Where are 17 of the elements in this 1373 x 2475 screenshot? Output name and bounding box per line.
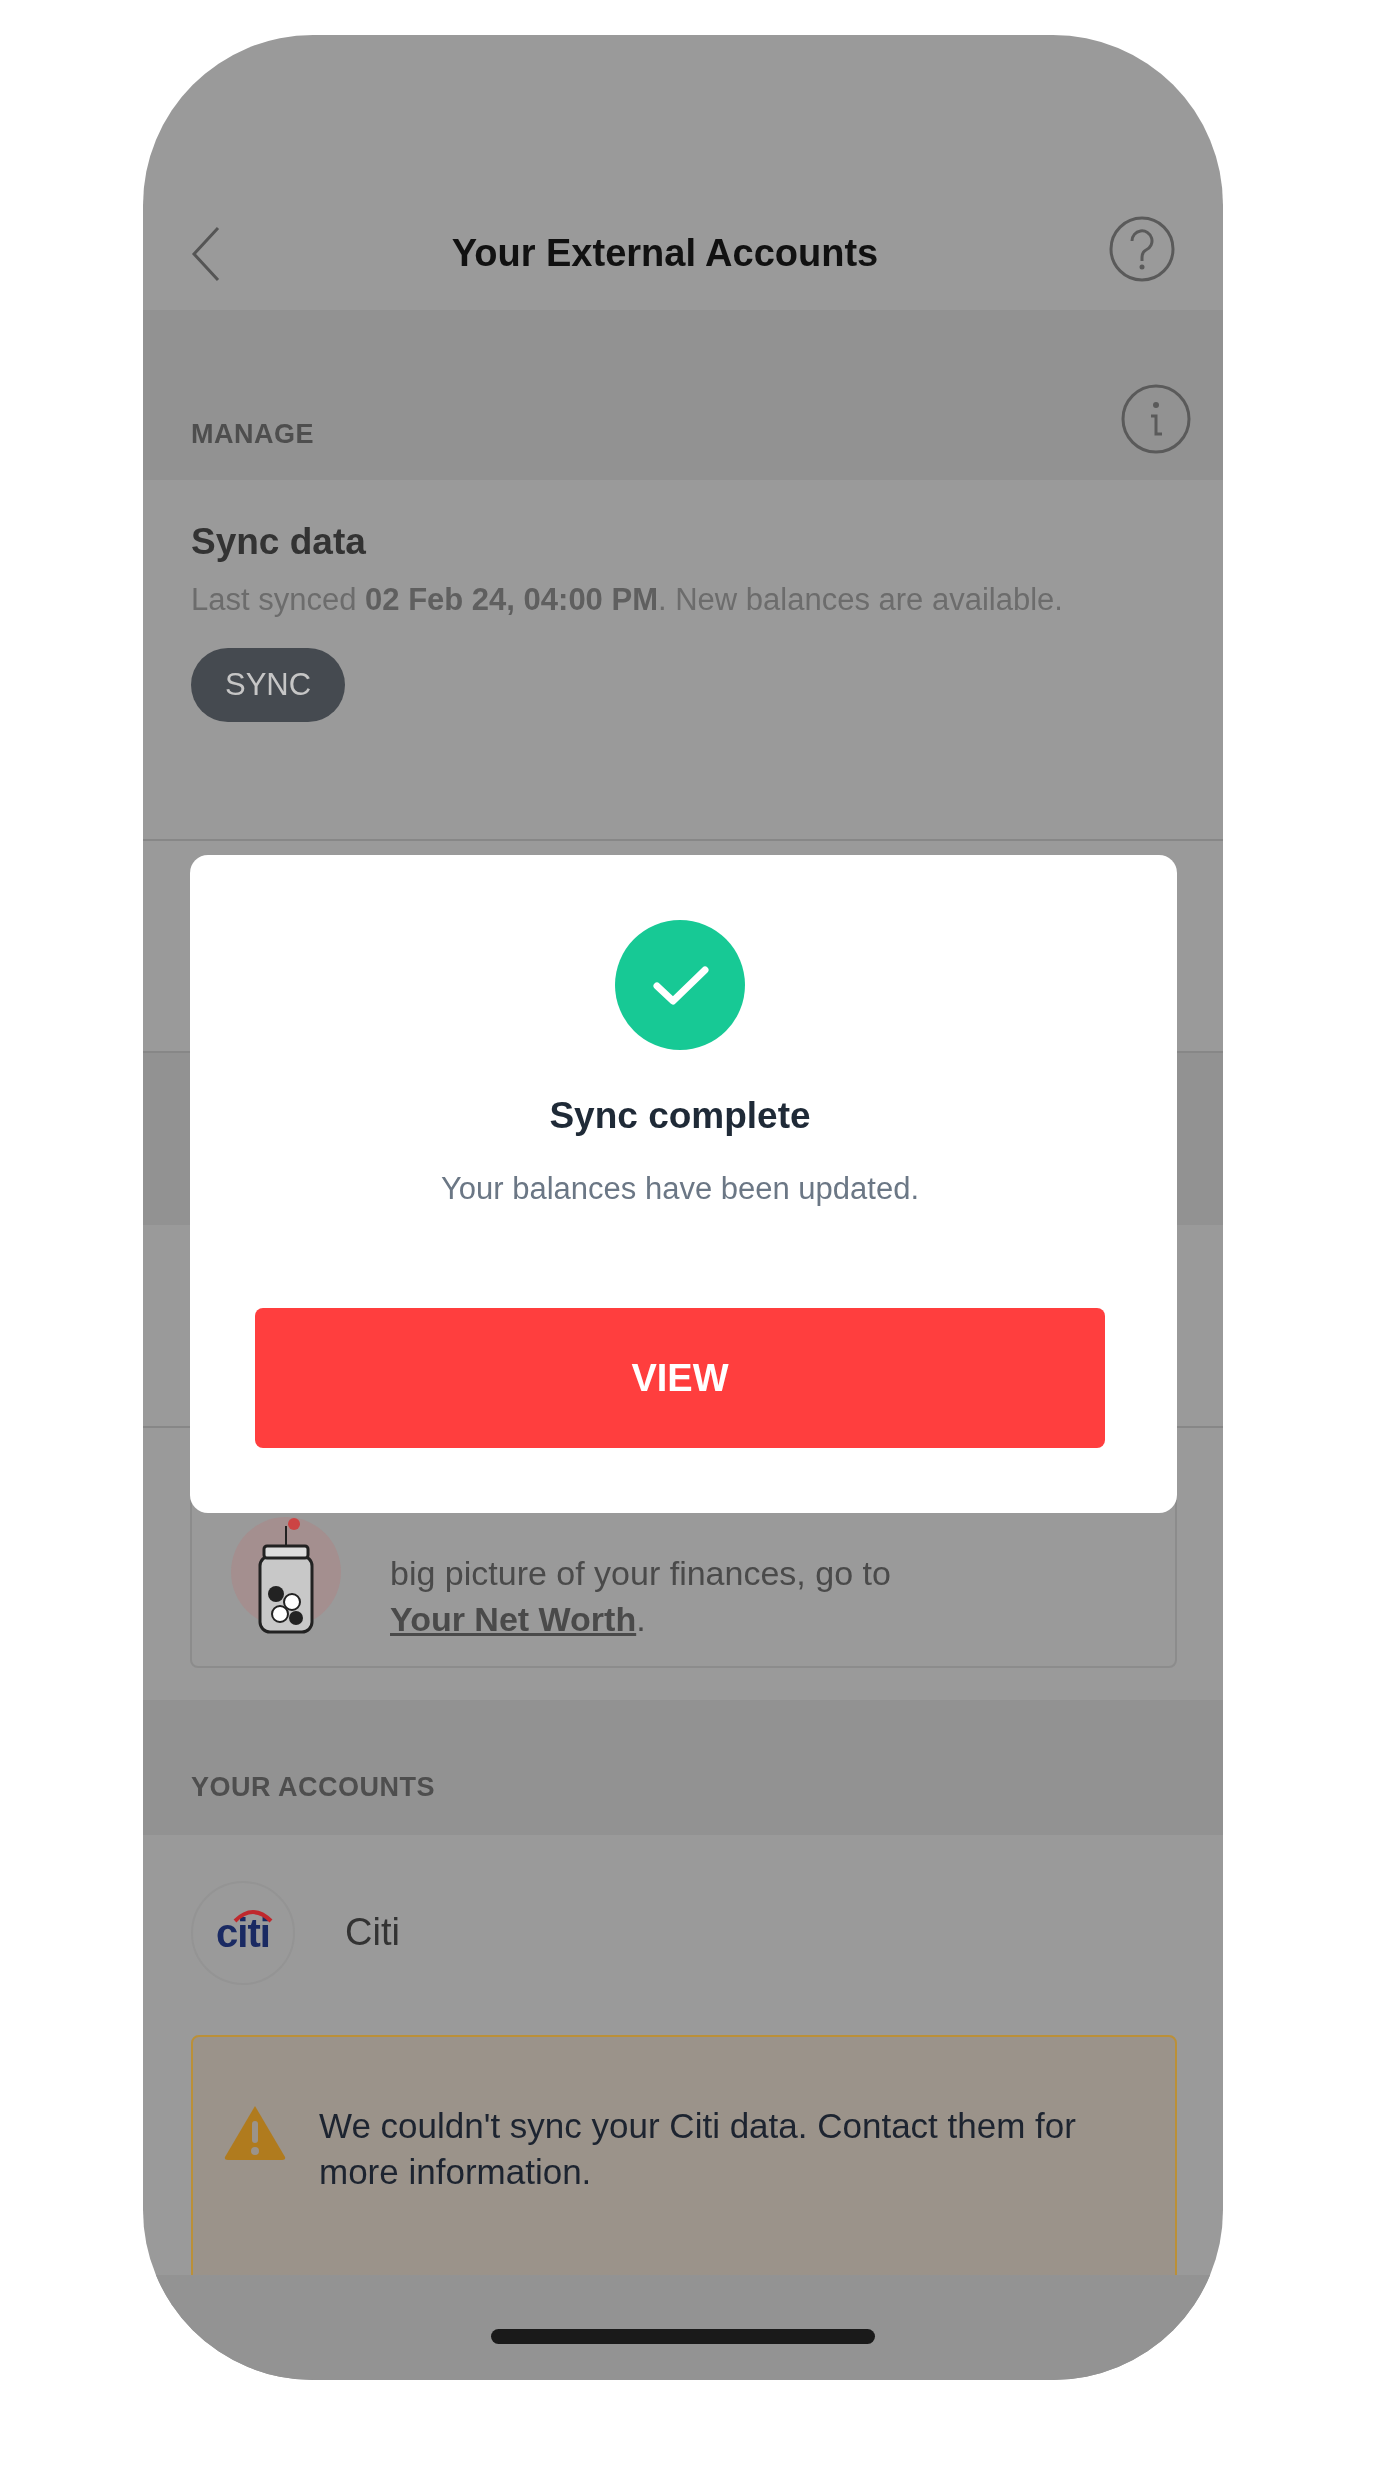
info-icon[interactable] [1121, 384, 1191, 454]
dialog-title: Sync complete [549, 1094, 811, 1138]
card-title: Sync data [191, 520, 367, 564]
sync-button[interactable]: SYNC [191, 647, 346, 722]
bank-logo: citi [191, 1880, 295, 1985]
dialog-message: Your balances have been updated. [440, 1169, 919, 1208]
section-heading: MANAGE [191, 417, 314, 451]
check-icon [615, 920, 745, 1050]
page-title: Your External Accounts [451, 231, 879, 276]
help-icon[interactable] [1109, 216, 1175, 282]
banner-text: big picture of your finances, go to Your Net Worth. [390, 1553, 892, 1640]
view-button[interactable]: VIEW [255, 1308, 1105, 1448]
warning-text: We couldn't sync your Citi data. Contact them for more information. [319, 2105, 1077, 2193]
net-worth-link[interactable]: Your Net Worth [390, 1600, 637, 1638]
back-icon[interactable] [191, 226, 221, 282]
account-name[interactable]: Citi [345, 1904, 400, 1961]
section-heading: YOUR ACCOUNTS [191, 1770, 435, 1804]
